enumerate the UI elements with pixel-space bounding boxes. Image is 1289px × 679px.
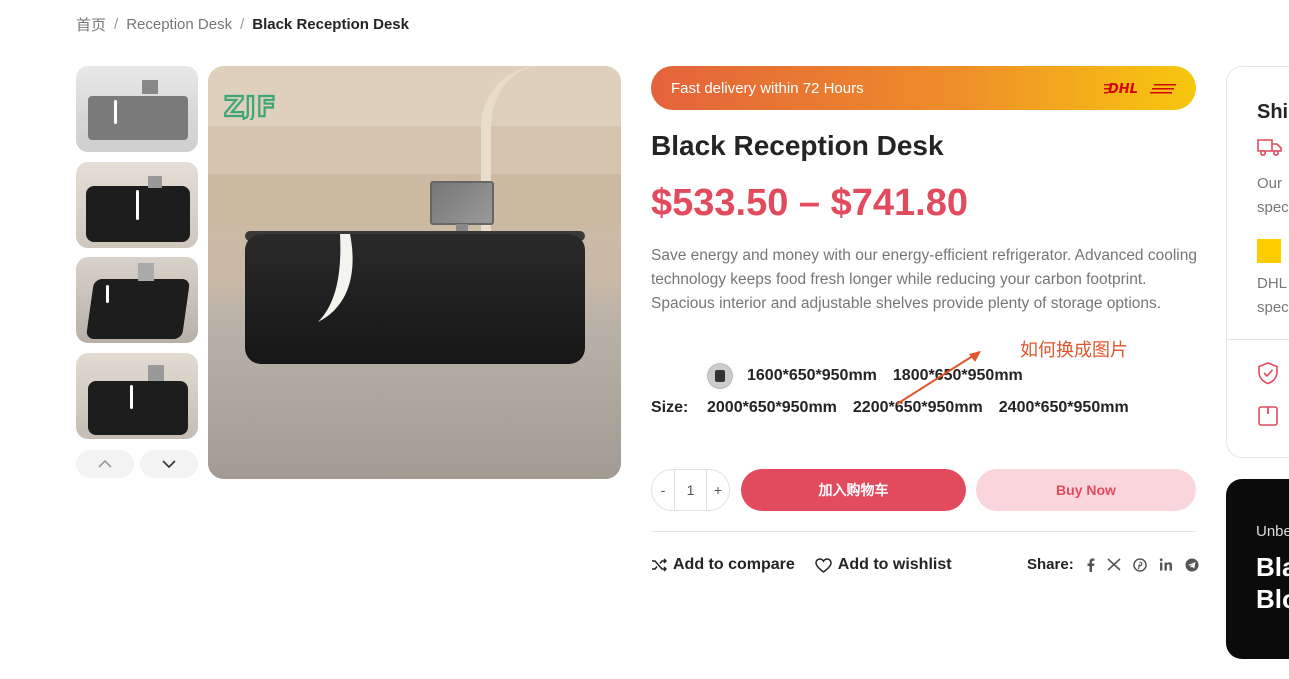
thumbnail-next-button[interactable] (140, 450, 198, 478)
breadcrumb: 首页 / Reception Desk / Black Reception De… (76, 14, 409, 35)
thumbnail-nav (76, 450, 198, 478)
package-icon (1258, 406, 1278, 426)
thumbnail-2[interactable] (76, 161, 198, 248)
thumbnail-list (76, 66, 198, 448)
shuffle-icon (652, 558, 667, 572)
brand-logo: ZJF (224, 90, 277, 120)
desk-light-stroke (318, 234, 353, 322)
telegram-icon[interactable] (1185, 558, 1199, 572)
variant-swatch[interactable] (707, 363, 733, 389)
truck-icon (1257, 139, 1282, 157)
quantity-input[interactable]: 1 (674, 470, 707, 510)
add-to-cart-button[interactable]: 加入购物车 (741, 469, 966, 511)
breadcrumb-home[interactable]: 首页 (76, 14, 106, 35)
quantity-stepper: - 1 + (651, 469, 730, 511)
svg-text:ZJF: ZJF (224, 90, 277, 120)
x-icon[interactable] (1107, 558, 1121, 571)
thumbnail-3[interactable] (76, 257, 198, 343)
chevron-up-icon (98, 459, 112, 468)
thumbnail-1[interactable] (76, 66, 198, 152)
shipping-title: Ship (1257, 101, 1289, 123)
size-label: Size: (651, 399, 689, 416)
quantity-decrease-button[interactable]: - (652, 482, 674, 498)
breadcrumb-separator: / (114, 16, 119, 33)
desk-graphic (245, 234, 585, 364)
thumbnail-prev-button[interactable] (76, 450, 134, 478)
dhl-text: DHL spec (1257, 275, 1289, 316)
product-actions: Add to compare Add to wishlist (651, 556, 952, 574)
size-option[interactable]: 2000*650*950mm (707, 399, 837, 417)
breadcrumb-current: Black Reception Desk (252, 16, 409, 33)
annotation-text: 如何换成图片 (1020, 340, 1128, 360)
add-to-wishlist-link[interactable]: Add to wishlist (815, 556, 952, 574)
size-option[interactable]: 2400*650*950mm (999, 399, 1129, 417)
chevron-down-icon (162, 460, 176, 469)
linkedin-icon[interactable] (1159, 558, 1173, 571)
delivery-banner: Fast delivery within 72 Hours DHL (651, 66, 1196, 110)
size-option[interactable]: 1600*650*950mm (747, 367, 877, 385)
promo-subtitle: Unbe (1256, 523, 1289, 540)
promo-title: Bla Blo (1256, 552, 1289, 614)
add-to-wishlist-label: Add to wishlist (837, 556, 952, 573)
dhl-badge-icon (1257, 239, 1281, 263)
shipping-info-card: Ship Our spec DHL spec (1226, 66, 1289, 458)
annotation-arrow (896, 351, 981, 405)
product-title: Black Reception Desk (651, 130, 944, 161)
breadcrumb-separator: / (240, 16, 245, 33)
product-description: Save energy and money with our energy-ef… (651, 247, 1197, 312)
add-to-compare-label: Add to compare (673, 556, 795, 573)
main-product-image[interactable]: ZJF (208, 66, 621, 479)
quantity-increase-button[interactable]: + (707, 482, 729, 498)
thumbnail-4[interactable] (76, 352, 198, 439)
monitor-graphic (430, 181, 494, 225)
breadcrumb-category[interactable]: Reception Desk (126, 16, 232, 33)
promo-banner[interactable]: Unbe Bla Blo (1226, 479, 1289, 659)
buy-now-button[interactable]: Buy Now (976, 469, 1196, 511)
add-to-compare-link[interactable]: Add to compare (651, 556, 795, 574)
share-label: Share: (1027, 556, 1074, 573)
heart-icon (815, 557, 832, 573)
dhl-logo-icon: DHL (1104, 82, 1176, 95)
shipping-text: Our spec (1257, 175, 1289, 216)
product-price: $533.50 – $741.80 (651, 182, 968, 224)
pinterest-icon[interactable] (1132, 557, 1147, 572)
delivery-banner-text: Fast delivery within 72 Hours (671, 79, 864, 97)
shield-check-icon (1258, 362, 1278, 385)
facebook-icon[interactable] (1086, 558, 1095, 572)
share-bar: Share: (1027, 556, 1199, 573)
svg-text:DHL: DHL (1108, 82, 1138, 95)
divider (651, 531, 1196, 532)
